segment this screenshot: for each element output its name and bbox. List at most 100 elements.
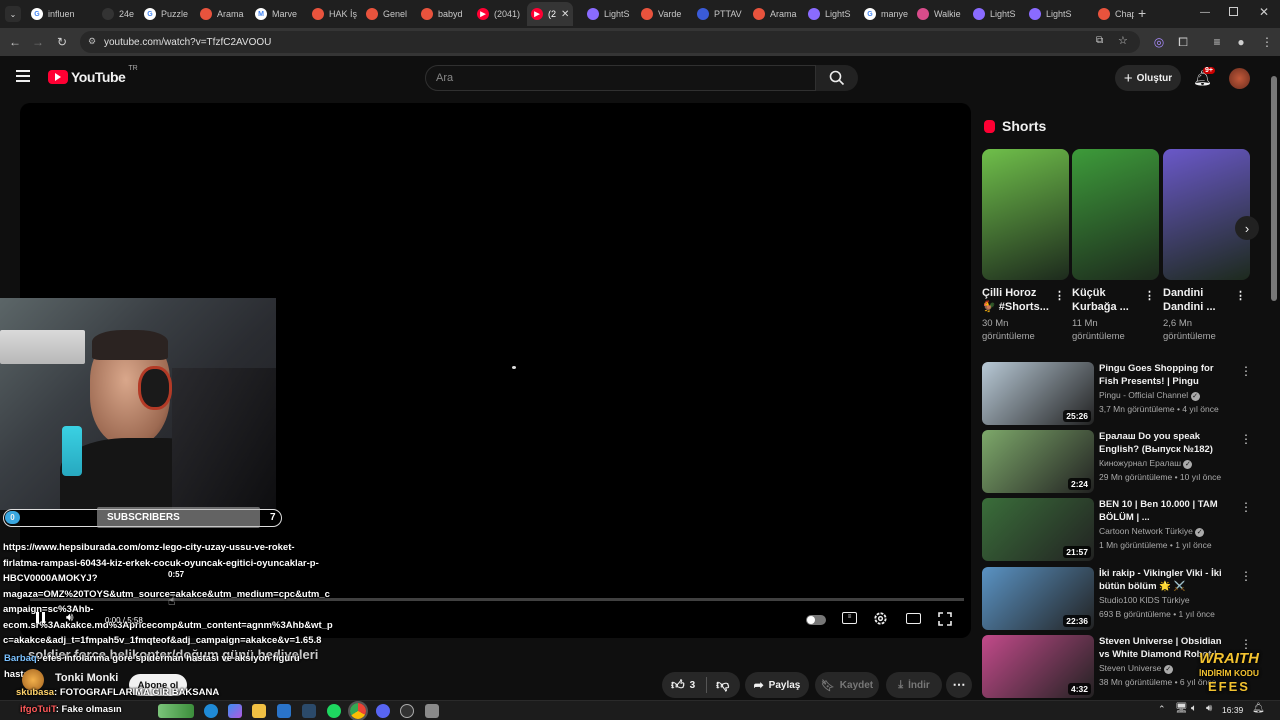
- hamburger-menu-icon[interactable]: [16, 70, 30, 82]
- video-title[interactable]: Ералаш Do you speak English? (Выпуск №18…: [1099, 430, 1224, 456]
- taskbar-copilot-icon[interactable]: [228, 704, 242, 718]
- back-icon[interactable]: ←: [6, 33, 24, 51]
- recommended-video[interactable]: 2:24 Ералаш Do you speak English? (Выпуск…: [982, 430, 1252, 494]
- video-more-icon[interactable]: ⋮: [1240, 364, 1252, 378]
- create-button[interactable]: + Oluştur: [1115, 65, 1181, 91]
- install-app-icon[interactable]: ⧉: [1096, 35, 1103, 46]
- like-icon[interactable]: 👍︎: [671, 677, 685, 693]
- search-button[interactable]: [816, 65, 858, 91]
- taskbar-chrome-icon[interactable]: [348, 701, 368, 720]
- short-title-line2[interactable]: Kurbağa ...: [1072, 300, 1129, 314]
- network-icon[interactable]: 🖥︎: [1175, 703, 1188, 714]
- browser-tab[interactable]: Varde: [637, 2, 687, 26]
- window-restore-icon[interactable]: [1229, 7, 1238, 16]
- youtube-logo[interactable]: YouTube TR: [48, 65, 138, 85]
- video-channel[interactable]: Steven Universe ✓: [1099, 663, 1173, 674]
- video-title[interactable]: Pingu Goes Shopping for Fish Presents! |…: [1099, 362, 1224, 389]
- recommended-video[interactable]: 21:57 BEN 10 | Ben 10.000 | TAM BÖLÜM | .…: [982, 498, 1252, 562]
- browser-tab[interactable]: LightS: [804, 2, 854, 26]
- browser-tab[interactable]: Gmanye: [860, 2, 910, 26]
- tab-close-icon[interactable]: ✕: [561, 9, 569, 20]
- share-button[interactable]: ➦ Paylaş: [745, 672, 809, 698]
- video-title[interactable]: BEN 10 | Ben 10.000 | TAM BÖLÜM | ...: [1099, 498, 1224, 524]
- video-thumbnail[interactable]: 25:26: [982, 362, 1094, 425]
- short-thumbnail[interactable]: [1163, 149, 1250, 280]
- browser-tab[interactable]: ▶ (2 ✕: [527, 2, 573, 26]
- browser-tab[interactable]: ▶ (2041): [473, 2, 523, 26]
- browser-tab[interactable]: G Puzzle: [140, 2, 190, 26]
- forward-icon[interactable]: →: [29, 33, 47, 51]
- extension-icon[interactable]: ◎: [1150, 33, 1168, 51]
- browser-tab[interactable]: Chap: [1094, 2, 1134, 26]
- clock[interactable]: 16:39: [1222, 705, 1243, 715]
- short-thumbnail[interactable]: [982, 149, 1069, 280]
- new-tab-button[interactable]: +: [1138, 5, 1146, 21]
- shorts-next-button[interactable]: ›: [1235, 216, 1259, 240]
- browser-tab[interactable]: Walkie: [913, 2, 963, 26]
- video-thumbnail[interactable]: 22:36: [982, 567, 1094, 630]
- video-more-icon[interactable]: ⋮: [1240, 637, 1252, 651]
- taskbar-widget-image[interactable]: [158, 704, 194, 718]
- volume-tray-icon[interactable]: 🔊︎: [1206, 703, 1212, 714]
- video-thumbnail[interactable]: 2:24: [982, 430, 1094, 493]
- channel-name-text[interactable]: Studio100 KIDS Türkiye: [1099, 595, 1190, 605]
- short-title-line1[interactable]: Küçük: [1072, 286, 1106, 300]
- video-more-icon[interactable]: ⋮: [1240, 432, 1252, 446]
- recommended-video[interactable]: 22:36 İki rakip - Vikingler Viki - İki bü…: [982, 567, 1252, 631]
- profile-icon[interactable]: ●: [1232, 33, 1250, 51]
- notification-center-icon[interactable]: 🔔︎: [1252, 703, 1265, 714]
- channel-name-text[interactable]: Pingu - Official Channel: [1099, 390, 1188, 400]
- site-info-icon[interactable]: ⚙: [88, 36, 96, 47]
- video-channel[interactable]: Cartoon Network Türkiye ✓: [1099, 526, 1205, 537]
- browser-tab[interactable]: PTTAV: [693, 2, 743, 26]
- channel-name[interactable]: Tonki Monki: [55, 672, 118, 684]
- page-scrollbar[interactable]: [1271, 76, 1277, 301]
- window-close-icon[interactable]: ✕: [1259, 5, 1269, 19]
- dislike-icon[interactable]: 👎︎: [716, 677, 729, 693]
- taskbar-edge-icon[interactable]: [204, 704, 218, 718]
- browser-tab[interactable]: LightS: [583, 2, 633, 26]
- download-button[interactable]: ⤓ İndir: [886, 672, 942, 698]
- short-title-line2[interactable]: 🐓 #Shorts...: [982, 300, 1049, 314]
- tab-search-chevron[interactable]: ⌄: [5, 6, 21, 22]
- address-bar[interactable]: ⚙ youtube.com/watch?v=TfzfC2AVOOU ⧉ ☆: [80, 31, 1140, 53]
- browser-tab[interactable]: Arama: [749, 2, 799, 26]
- browser-tab[interactable]: 24e52: [98, 2, 134, 26]
- play-pause-icon[interactable]: [36, 612, 45, 623]
- taskbar-discord-icon[interactable]: [376, 704, 390, 718]
- settings-gear-icon[interactable]: [873, 611, 888, 626]
- browser-menu-icon[interactable]: ⋮: [1258, 33, 1276, 51]
- channel-name-text[interactable]: Cartoon Network Türkiye: [1099, 526, 1193, 536]
- video-more-icon[interactable]: ⋮: [1240, 500, 1252, 514]
- taskbar-explorer-icon[interactable]: [252, 704, 266, 718]
- like-count[interactable]: 3: [690, 680, 696, 691]
- short-more-icon[interactable]: ⋮: [1054, 289, 1065, 303]
- short-title-line2[interactable]: Dandini ...: [1163, 300, 1216, 314]
- taskbar-github-icon[interactable]: [400, 704, 414, 718]
- video-channel[interactable]: Studio100 KIDS Türkiye: [1099, 595, 1190, 605]
- recommended-video[interactable]: 25:26 Pingu Goes Shopping for Fish Presen…: [982, 362, 1252, 426]
- search-input[interactable]: Ara: [425, 65, 816, 91]
- autoplay-toggle[interactable]: [806, 615, 826, 625]
- browser-tab[interactable]: M Marve: [251, 2, 303, 26]
- save-button[interactable]: 🔖︎ Kaydet: [815, 672, 879, 698]
- video-title[interactable]: İki rakip - Vikingler Viki - İki bütün b…: [1099, 567, 1224, 593]
- more-actions-button[interactable]: ⋯: [946, 672, 972, 698]
- video-more-icon[interactable]: ⋮: [1240, 569, 1252, 583]
- video-thumbnail[interactable]: 21:57: [982, 498, 1094, 561]
- browser-tab[interactable]: babyd: [417, 2, 467, 26]
- media-controls-icon[interactable]: ≡: [1208, 33, 1226, 51]
- volume-icon[interactable]: 🔊︎: [66, 610, 74, 625]
- reload-icon[interactable]: ↻: [53, 33, 71, 51]
- channel-name-text[interactable]: Киножурнал Ералаш: [1099, 458, 1181, 468]
- video-channel[interactable]: Pingu - Official Channel ✓: [1099, 390, 1200, 401]
- short-more-icon[interactable]: ⋮: [1235, 289, 1246, 303]
- browser-tab[interactable]: HAK İş: [308, 2, 358, 26]
- speaker-icon[interactable]: 🔈︎: [1191, 703, 1197, 714]
- short-title-line1[interactable]: Çilli Horoz: [982, 286, 1036, 300]
- browser-tab[interactable]: LightS: [969, 2, 1019, 26]
- channel-name-text[interactable]: Steven Universe: [1099, 663, 1161, 673]
- taskbar-spotify-icon[interactable]: [327, 704, 341, 718]
- puzzle-extensions-icon[interactable]: ⧠: [1174, 33, 1192, 51]
- video-thumbnail[interactable]: 4:32: [982, 635, 1094, 698]
